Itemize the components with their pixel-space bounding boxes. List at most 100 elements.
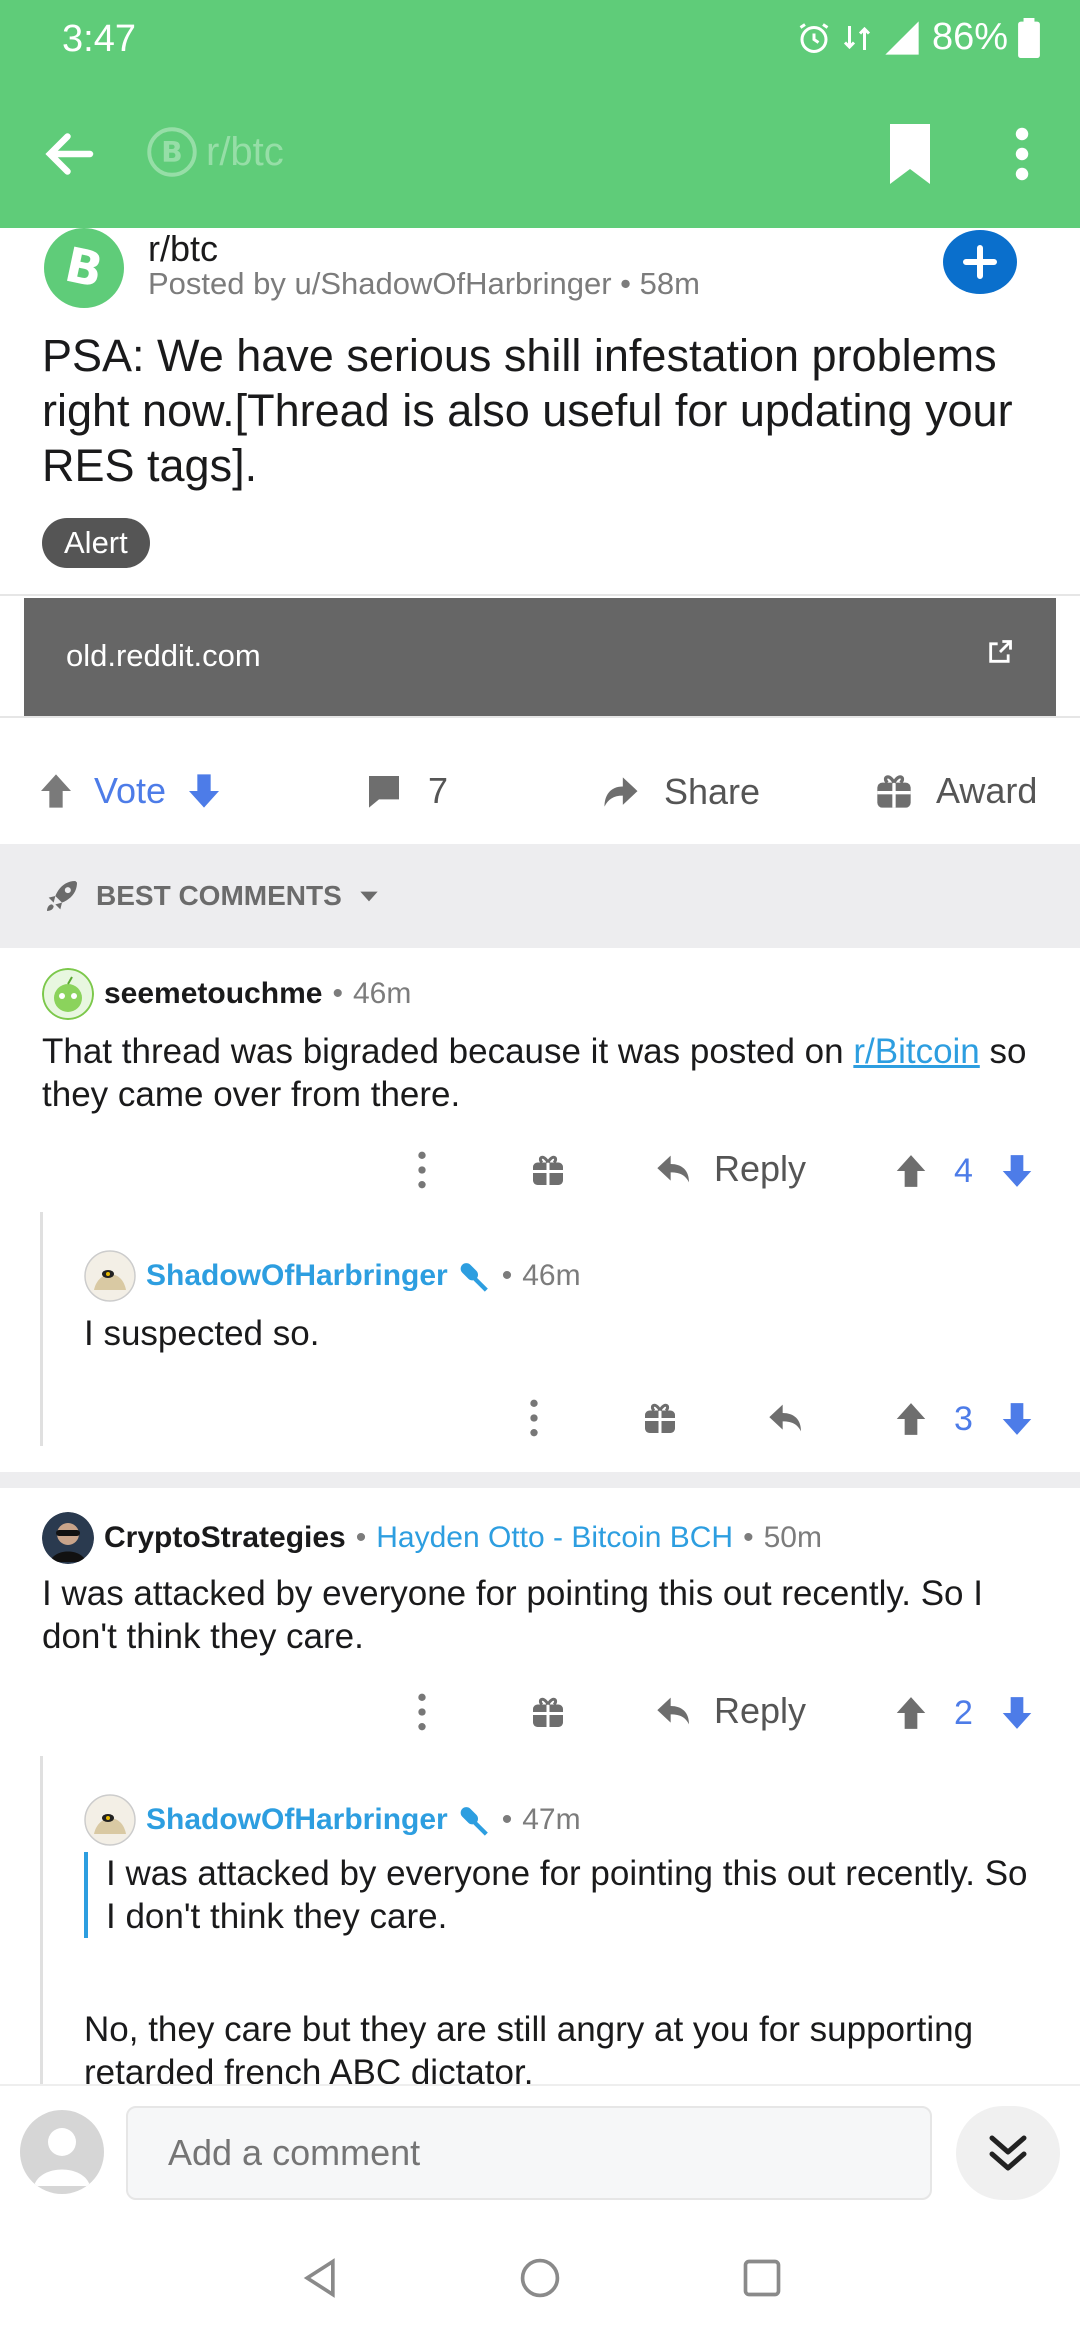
user-avatar[interactable]: [20, 2110, 104, 2194]
sort-label: BEST COMMENTS: [96, 880, 342, 911]
comment-score: 4: [954, 1152, 973, 1190]
comment-body: I was attacked by everyone for pointing …: [42, 1574, 983, 1656]
comment-author[interactable]: CryptoStrategies: [104, 1521, 346, 1555]
gift-icon[interactable]: [642, 1400, 678, 1436]
link-preview: old.reddit.com: [0, 594, 1080, 718]
avatar[interactable]: [42, 1512, 94, 1564]
more-vertical-icon[interactable]: [410, 1148, 434, 1192]
gift-icon[interactable]: [530, 1694, 566, 1730]
comment-time: 46m: [352, 977, 412, 1010]
bitcoin-logo-icon: B: [60, 237, 107, 299]
back-button[interactable]: [40, 124, 100, 184]
gift-icon: [877, 775, 911, 808]
toolbar-subreddit[interactable]: B r/btc: [146, 126, 284, 178]
svg-text:B: B: [60, 237, 107, 299]
comment-actions: Reply 2: [0, 1690, 1080, 1746]
reply-label: Reply: [714, 1690, 807, 1731]
rocket-icon: [47, 881, 77, 911]
downvote-icon[interactable]: [184, 771, 224, 811]
vote-label: Vote: [94, 770, 167, 811]
comment-body: I suspected so.: [84, 1314, 320, 1353]
reply-label: Reply: [714, 1148, 807, 1189]
battery-percent: 86%: [931, 16, 1008, 58]
alarm-icon: [799, 22, 829, 53]
comment-author[interactable]: ShadowOfHarbringer: [146, 1259, 448, 1293]
upvote-icon[interactable]: [36, 771, 76, 811]
reply-arrow-icon: [657, 1155, 689, 1183]
bookmark-button[interactable]: [884, 124, 936, 184]
post-age: 58m: [639, 266, 700, 301]
comment-time: 50m: [763, 1521, 822, 1554]
vote-group: Vote: [36, 770, 224, 812]
comments-count-button[interactable]: 7: [364, 770, 448, 812]
thread-divider: [0, 1472, 1080, 1488]
comment-body: No, they care but they are still angry a…: [84, 2010, 974, 2092]
post-author[interactable]: Posted by u/ShadowOfHarbringer: [148, 266, 612, 301]
downvote-icon[interactable]: [998, 1400, 1036, 1438]
downvote-icon[interactable]: [998, 1694, 1036, 1732]
comment-author[interactable]: ShadowOfHarbringer: [146, 1803, 448, 1837]
subreddit-avatar[interactable]: B: [44, 228, 124, 308]
nav-recents-icon[interactable]: [740, 2256, 784, 2300]
comment-composer: [0, 2084, 1080, 2212]
comment-actions: Reply 4: [0, 1148, 1080, 1204]
award-button[interactable]: Award: [874, 770, 1037, 812]
mod-mic-icon: [460, 1807, 488, 1836]
post-title: PSA: We have serious shill infestation p…: [42, 330, 1013, 491]
comment-score: 3: [954, 1400, 973, 1438]
more-vertical-icon[interactable]: [522, 1396, 546, 1440]
reply-button[interactable]: Reply: [654, 1148, 806, 1190]
comment-bubble-icon: [369, 776, 399, 808]
comment-score: 2: [954, 1694, 973, 1732]
add-comment-input[interactable]: [126, 2106, 932, 2200]
share-label: Share: [664, 771, 761, 812]
comment-meta: CryptoStrategies • Hayden Otto - Bitcoin…: [42, 1512, 822, 1564]
subreddit-link[interactable]: r/Bitcoin: [853, 1032, 979, 1071]
sort-dropdown[interactable]: BEST COMMENTS: [42, 876, 382, 916]
join-button[interactable]: [943, 230, 1017, 294]
more-options-button[interactable]: [1004, 124, 1040, 184]
post-flair: Alert: [42, 518, 150, 568]
comment-meta: seemetouchme • 46m: [42, 968, 411, 1020]
share-arrow-icon: [604, 777, 638, 807]
status-time: 3:47: [62, 18, 136, 60]
upvote-icon[interactable]: [892, 1152, 930, 1190]
upvote-icon[interactable]: [892, 1694, 930, 1732]
reply-button[interactable]: Reply: [654, 1690, 806, 1732]
share-button[interactable]: Share: [598, 770, 760, 814]
comment-author[interactable]: seemetouchme: [104, 977, 322, 1011]
post-actions: Vote 7 Share Award: [0, 760, 1080, 824]
system-nav-bar: [0, 2212, 1080, 2340]
toolbar-title: r/btc: [206, 129, 284, 174]
back-arrow-icon: [45, 133, 94, 175]
comment-meta: ShadowOfHarbringer • 46m: [84, 1250, 581, 1302]
avatar[interactable]: [84, 1250, 136, 1302]
comment-meta: ShadowOfHarbringer • 47m: [84, 1794, 581, 1846]
comment-reply: ShadowOfHarbringer • 47m I was attacked …: [0, 1794, 1080, 2092]
comment-actions: 3: [0, 1396, 1080, 1452]
gift-icon[interactable]: [530, 1152, 566, 1188]
link-card[interactable]: old.reddit.com: [24, 598, 1056, 716]
comment-body: That thread was bigraded because it was …: [42, 1032, 1027, 1114]
more-vertical-icon[interactable]: [410, 1690, 434, 1734]
comment-reply: ShadowOfHarbringer • 46m I suspected so.…: [0, 1250, 1080, 1446]
next-comment-button[interactable]: [956, 2106, 1060, 2200]
caret-down-icon: [360, 891, 378, 902]
downvote-icon[interactable]: [998, 1152, 1036, 1190]
mod-mic-icon: [460, 1263, 488, 1292]
double-chevron-down-icon: [989, 2135, 1027, 2171]
battery-icon: [1018, 17, 1040, 58]
bookmark-icon: [890, 124, 930, 184]
plus-icon: [963, 245, 997, 279]
avatar[interactable]: [84, 1794, 136, 1846]
avatar[interactable]: [42, 968, 94, 1020]
nav-back-icon[interactable]: [298, 2256, 342, 2300]
post-subreddit[interactable]: r/btc: [148, 228, 218, 270]
app-toolbar: B r/btc: [0, 84, 1080, 228]
reply-arrow-icon[interactable]: [766, 1398, 806, 1438]
comment: seemetouchme • 46m That thread was bigra…: [0, 962, 1080, 1202]
nav-home-icon[interactable]: [518, 2256, 562, 2300]
more-vertical-icon: [1015, 127, 1029, 181]
comment: CryptoStrategies • Hayden Otto - Bitcoin…: [0, 1506, 1080, 1746]
upvote-icon[interactable]: [892, 1400, 930, 1438]
